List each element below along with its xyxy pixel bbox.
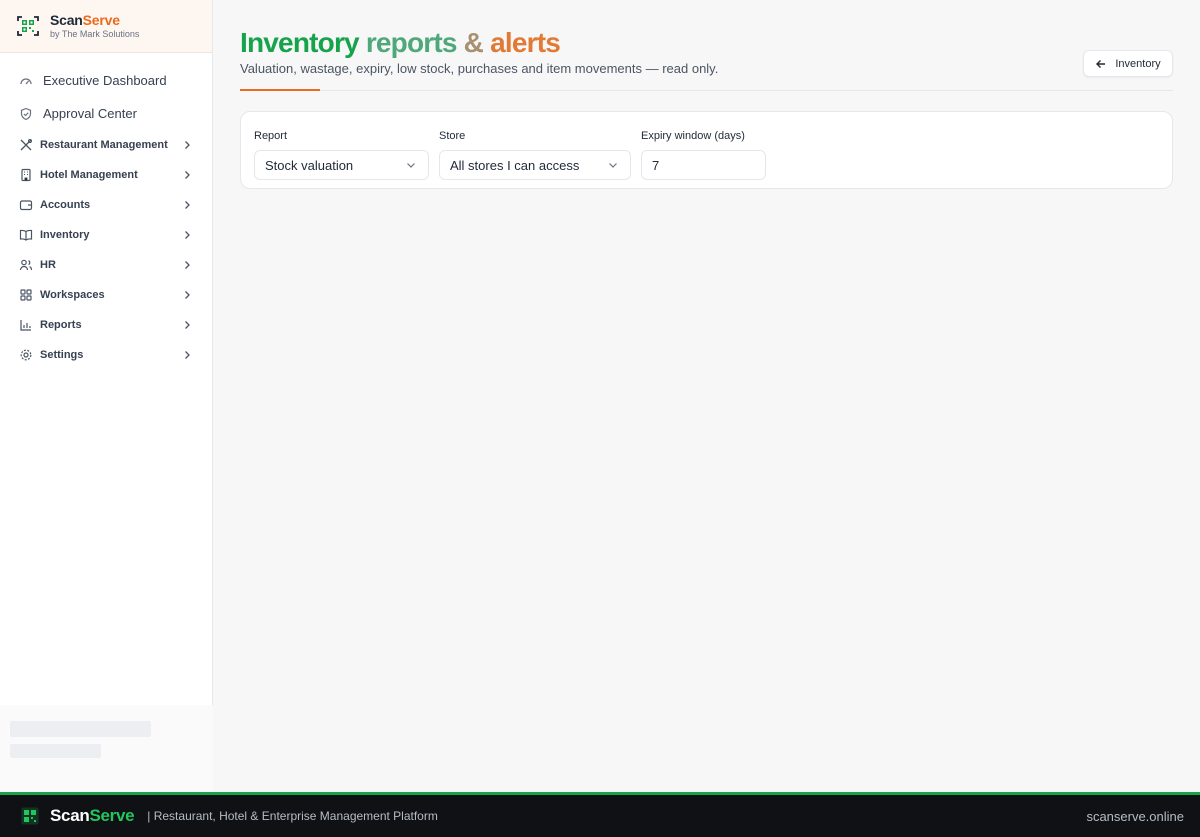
chevron-right-icon (182, 290, 192, 300)
footer-url[interactable]: scanserve.online (1086, 809, 1184, 824)
sidebar-nav: Executive Dashboard Approval Center Rest… (0, 53, 212, 370)
store-select[interactable]: All stores I can access (439, 150, 631, 180)
report-field: Report Stock valuation (254, 130, 429, 180)
brand-subtitle: by The Mark Solutions (50, 29, 140, 39)
filters-card: Report Stock valuation Store All stores … (240, 111, 1173, 189)
users-icon (19, 258, 33, 272)
footer-brand-name: ScanServe (50, 806, 135, 825)
expiry-days-value: 7 (652, 157, 660, 173)
sidebar-section-label: Reports (40, 319, 82, 331)
chevron-right-icon (182, 260, 192, 270)
sidebar-section-label: Accounts (40, 199, 91, 211)
page-title: Inventory reports & alerts (240, 27, 561, 58)
report-select[interactable]: Stock valuation (254, 150, 429, 180)
skeleton-bar (10, 721, 151, 737)
chevron-right-icon (182, 350, 192, 360)
sidebar-section-label: Settings (40, 349, 84, 361)
skeleton-bar (10, 744, 101, 758)
sidebar-section-inventory[interactable]: Inventory (0, 220, 212, 250)
shield-check-icon (19, 107, 33, 121)
sidebar-item-approval-center[interactable]: Approval Center (0, 97, 212, 130)
store-field: Store All stores I can access (439, 130, 631, 180)
report-label: Report (254, 130, 288, 142)
footer: ScanServe | Restaurant, Hotel & Enterpri… (0, 792, 1200, 837)
sidebar-section-restaurant-management[interactable]: Restaurant Management (0, 130, 212, 160)
qr-logo-icon (17, 16, 39, 36)
grid-icon (19, 288, 33, 302)
sidebar-section-label: HR (40, 259, 56, 271)
brand-name: ScanServe (50, 12, 120, 28)
sidebar-section-settings[interactable]: Settings (0, 340, 212, 370)
expiry-days-input[interactable]: 7 (641, 150, 766, 180)
arrow-left-icon (1095, 58, 1107, 70)
gear-icon (19, 348, 33, 362)
store-select-value: All stores I can access (450, 157, 580, 173)
main-content: Inventory reports & alerts Valuation, wa… (213, 0, 1200, 792)
sidebar-item-label: Executive Dashboard (43, 73, 167, 88)
gauge-icon (19, 74, 33, 88)
sidebar: ScanServe by The Mark Solutions Executiv… (0, 0, 213, 792)
header-divider-accent (240, 89, 320, 91)
chevron-right-icon (182, 140, 192, 150)
sidebar-section-workspaces[interactable]: Workspaces (0, 280, 212, 310)
chevron-down-icon (608, 160, 618, 170)
store-label: Store (439, 130, 466, 142)
sidebar-item-label: Approval Center (43, 106, 137, 121)
utensils-icon (19, 138, 33, 152)
chevron-right-icon (182, 230, 192, 240)
back-button-label: Inventory (1115, 57, 1161, 70)
sidebar-section-reports[interactable]: Reports (0, 310, 212, 340)
sidebar-section-label: Inventory (40, 229, 90, 241)
report-select-value: Stock valuation (265, 157, 354, 173)
sidebar-item-executive-dashboard[interactable]: Executive Dashboard (0, 64, 212, 97)
wallet-icon (19, 198, 33, 212)
book-icon (19, 228, 33, 242)
expiry-field: Expiry window (days) 7 (641, 130, 766, 180)
expiry-label: Expiry window (days) (641, 130, 745, 142)
chevron-right-icon (182, 320, 192, 330)
building-icon (19, 168, 33, 182)
qr-logo-icon (21, 807, 39, 825)
sidebar-section-hotel-management[interactable]: Hotel Management (0, 160, 212, 190)
header-divider (240, 90, 1173, 91)
sidebar-section-hr[interactable]: HR (0, 250, 212, 280)
bar-chart-icon (19, 318, 33, 332)
loading-skeleton (0, 705, 213, 792)
brand[interactable]: ScanServe by The Mark Solutions (0, 0, 212, 53)
back-to-inventory-button[interactable]: Inventory (1083, 50, 1173, 77)
sidebar-section-label: Workspaces (40, 289, 105, 301)
chevron-down-icon (406, 160, 416, 170)
footer-tagline: | Restaurant, Hotel & Enterprise Managem… (147, 809, 438, 823)
sidebar-section-label: Restaurant Management (40, 139, 168, 151)
chevron-right-icon (182, 200, 192, 210)
sidebar-section-accounts[interactable]: Accounts (0, 190, 212, 220)
page-subtitle: Valuation, wastage, expiry, low stock, p… (240, 61, 719, 76)
sidebar-section-label: Hotel Management (40, 169, 138, 181)
chevron-right-icon (182, 170, 192, 180)
